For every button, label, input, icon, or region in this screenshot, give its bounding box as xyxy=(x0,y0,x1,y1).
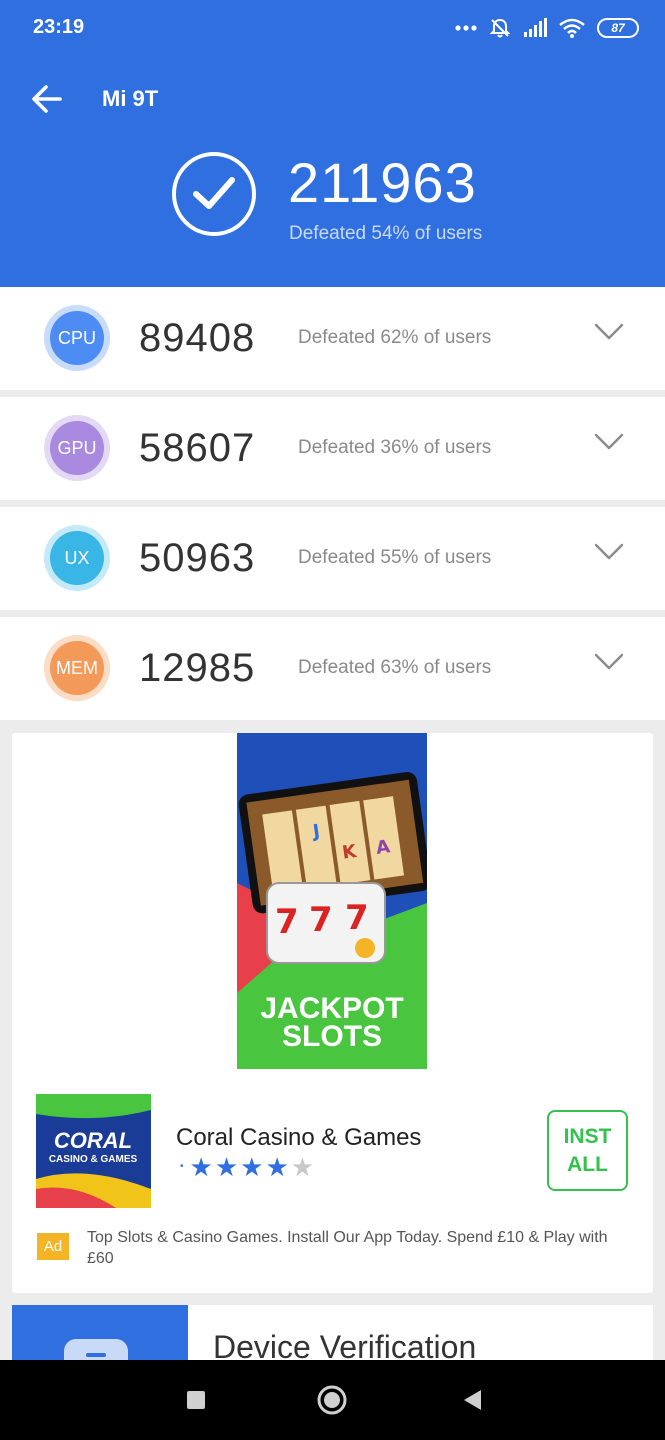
recents-button[interactable] xyxy=(176,1360,216,1440)
cpu-score: 89408 xyxy=(139,316,256,360)
nav-back-button[interactable] xyxy=(452,1360,492,1440)
ux-score: 50963 xyxy=(139,536,256,580)
status-bar: 23:19 87 xyxy=(0,0,665,56)
mem-score: 12985 xyxy=(139,646,256,690)
ad-description: Top Slots & Casino Games. Install Our Ap… xyxy=(87,1229,608,1267)
star-icon: ★ xyxy=(189,1152,213,1182)
chevron-down-icon[interactable] xyxy=(594,433,624,451)
svg-text:7: 7 xyxy=(345,898,369,938)
ad-card[interactable]: J K A 7 7 7 JACKPOT SLOTS CORAL CASINO &… xyxy=(12,733,653,1293)
battery-level: 87 xyxy=(611,21,625,35)
rating-stars: • ★ ★ ★ ★ ★ xyxy=(180,1152,315,1182)
badge-label: UX xyxy=(64,547,90,568)
total-score: 211963 xyxy=(288,151,477,214)
circle-icon xyxy=(317,1385,347,1415)
gpu-badge: GPU xyxy=(44,415,110,481)
home-button[interactable] xyxy=(312,1360,352,1440)
gpu-rank: Defeated 36% of users xyxy=(298,437,492,458)
checkmark-icon xyxy=(193,177,235,209)
ux-rank: Defeated 55% of users xyxy=(298,547,492,568)
score-row-mem[interactable]: MEM 12985 Defeated 63% of users xyxy=(0,617,665,720)
wifi-icon xyxy=(559,18,585,38)
score-row-gpu[interactable]: GPU 58607 Defeated 36% of users xyxy=(0,397,665,500)
ad-badge: Ad xyxy=(37,1233,69,1260)
banner-text-2: SLOTS xyxy=(282,1020,382,1053)
ad-app-name[interactable]: Coral Casino & Games xyxy=(176,1124,421,1152)
system-nav-bar xyxy=(0,1360,665,1440)
square-icon xyxy=(187,1391,205,1409)
logo-text-2: CASINO & GAMES xyxy=(49,1154,138,1165)
star-empty-icon: ★ xyxy=(290,1152,315,1182)
more-dots-icon xyxy=(455,25,477,31)
cpu-rank: Defeated 62% of users xyxy=(298,327,492,348)
badge-label: MEM xyxy=(56,657,98,678)
svg-text:A: A xyxy=(375,836,392,859)
star-icon: ★ xyxy=(214,1152,239,1182)
triangle-back-icon xyxy=(464,1390,481,1410)
star-icon: ★ xyxy=(240,1152,264,1182)
logo-text-1: CORAL xyxy=(54,1128,132,1153)
chevron-down-icon[interactable] xyxy=(594,543,624,561)
notifications-off-icon xyxy=(489,18,511,38)
result-check-badge xyxy=(172,152,256,236)
score-row-ux[interactable]: UX 50963 Defeated 55% of users xyxy=(0,507,665,610)
header: 23:19 87 Mi 9T 211963 Defeated 54% of us… xyxy=(0,0,665,287)
mem-badge: MEM xyxy=(44,635,110,701)
coral-logo[interactable]: CORAL CASINO & GAMES xyxy=(36,1094,151,1208)
gpu-score: 58607 xyxy=(139,426,256,470)
install-button[interactable]: INST ALL xyxy=(547,1110,628,1191)
install-label-1: INST xyxy=(563,1124,612,1148)
mem-rank: Defeated 63% of users xyxy=(298,657,492,678)
install-label-2: ALL xyxy=(567,1152,608,1176)
back-button[interactable] xyxy=(30,84,66,116)
badge-label: GPU xyxy=(57,437,97,458)
ad-banner-image[interactable]: J K A 7 7 7 JACKPOT SLOTS xyxy=(237,733,427,1069)
device-verification-icon xyxy=(12,1305,188,1365)
score-row-cpu[interactable]: CPU 89408 Defeated 62% of users xyxy=(0,287,665,390)
star-icon: ★ xyxy=(265,1152,289,1182)
total-score-rank: Defeated 54% of users xyxy=(289,223,483,244)
page-title: Mi 9T xyxy=(102,86,159,111)
svg-text:7: 7 xyxy=(309,900,333,940)
chevron-down-icon[interactable] xyxy=(594,323,624,341)
badge-label: CPU xyxy=(57,327,96,348)
status-time: 23:19 xyxy=(33,16,85,38)
device-verification-card[interactable]: Device Verification xyxy=(12,1305,653,1365)
signal-icon xyxy=(524,18,547,37)
slot-machine-illustration: J K A 7 7 7 JACKPOT SLOTS xyxy=(237,733,427,1069)
cpu-badge: CPU xyxy=(44,305,110,371)
arrow-left-icon xyxy=(32,85,62,113)
svg-text:7: 7 xyxy=(275,902,299,942)
battery-indicator: 87 xyxy=(597,18,639,38)
ux-badge: UX xyxy=(44,525,110,591)
status-icons: 87 xyxy=(455,14,639,42)
chevron-down-icon[interactable] xyxy=(594,653,624,671)
